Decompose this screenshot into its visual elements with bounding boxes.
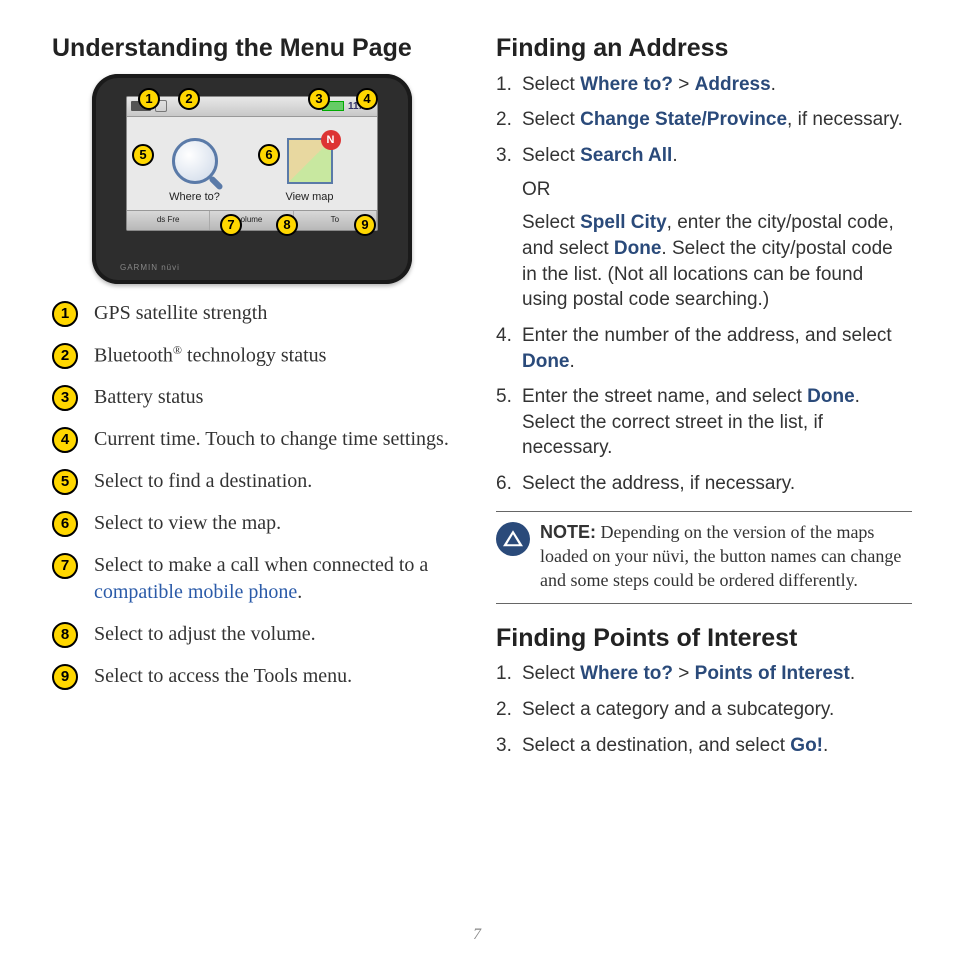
heading-finding-poi: Finding Points of Interest: [496, 622, 912, 656]
addr-step-3: Select Search All. OR Select Spell City,…: [496, 143, 912, 313]
where-to-label: Where to?: [145, 190, 245, 205]
legend-text: Current time. Touch to change time setti…: [94, 426, 468, 453]
legend-item-5: 5 Select to find a destination.: [52, 468, 468, 495]
bottom-bar: ds Fre olume To: [127, 210, 377, 230]
legend-badge: 5: [52, 469, 78, 495]
legend-text: Select to view the map.: [94, 510, 468, 537]
legend-badge: 2: [52, 343, 78, 369]
legend-item-9: 9 Select to access the Tools menu.: [52, 663, 468, 690]
callout-8: 8: [276, 214, 298, 236]
legend-item-6: 6 Select to view the map.: [52, 510, 468, 537]
addr-step-6: Select the address, if necessary.: [496, 471, 912, 497]
legend-item-7: 7 Select to make a call when connected t…: [52, 552, 468, 606]
legend-text: Select to make a call when connected to …: [94, 552, 468, 606]
legend-text: Battery status: [94, 384, 468, 411]
callout-7: 7: [220, 214, 242, 236]
addr-step-5: Enter the street name, and select Done. …: [496, 384, 912, 461]
addr-step-1: Select Where to? > Address.: [496, 72, 912, 98]
legend-item-8: 8 Select to adjust the volume.: [52, 621, 468, 648]
ui-ref: Points of Interest: [695, 663, 850, 684]
view-map-label: View map: [260, 190, 360, 205]
note-icon: [496, 522, 530, 556]
callout-2: 2: [178, 88, 200, 110]
poi-steps: Select Where to? > Points of Interest. S…: [496, 661, 912, 758]
address-steps: Select Where to? > Address. Select Chang…: [496, 72, 912, 497]
legend-badge: 3: [52, 385, 78, 411]
addr-step-3b: Select Spell City, enter the city/postal…: [522, 210, 912, 313]
status-bar: 11:24: [127, 97, 377, 117]
callout-9: 9: [354, 214, 376, 236]
ui-ref: Address: [695, 74, 771, 95]
note-label: NOTE:: [540, 522, 596, 542]
legend-item-2: 2 Bluetooth® technology status: [52, 342, 468, 370]
device-brand: GARMIN nüvi: [120, 263, 180, 274]
addr-step-4: Enter the number of the address, and sel…: [496, 323, 912, 374]
poi-step-1: Select Where to? > Points of Interest.: [496, 661, 912, 687]
ui-ref: Done: [807, 386, 855, 407]
compatible-phone-link[interactable]: compatible mobile phone: [94, 581, 297, 603]
ui-ref: Where to?: [580, 663, 673, 684]
left-column: Understanding the Menu Page 1 2 3 4 5 6 …: [52, 32, 468, 934]
where-to-button: Where to?: [145, 138, 245, 205]
note-box: NOTE: Depending on the version of the ma…: [496, 511, 912, 604]
addr-step-2: Select Change State/Province, if necessa…: [496, 107, 912, 133]
callout-6: 6: [258, 144, 280, 166]
map-icon: [287, 138, 333, 184]
callout-1: 1: [138, 88, 160, 110]
legend-badge: 1: [52, 301, 78, 327]
poi-step-2: Select a category and a subcategory.: [496, 697, 912, 723]
ui-ref: Change State/Province: [580, 109, 787, 130]
callout-3: 3: [308, 88, 330, 110]
legend-item-4: 4 Current time. Touch to change time set…: [52, 426, 468, 453]
ui-ref: Spell City: [580, 212, 667, 233]
device-illustration: 1 2 3 4 5 6 7 8 9 11:24: [92, 74, 412, 284]
legend-badge: 6: [52, 511, 78, 537]
ui-ref: Go!: [790, 735, 823, 756]
legend-badge: 8: [52, 622, 78, 648]
legend-text: Bluetooth® technology status: [94, 342, 468, 370]
ui-ref: Where to?: [580, 74, 673, 95]
legend-badge: 9: [52, 664, 78, 690]
note-text: NOTE: Depending on the version of the ma…: [540, 520, 912, 593]
legend-text: Select to adjust the volume.: [94, 621, 468, 648]
magnifier-icon: [172, 138, 218, 184]
device-screen: 11:24 Where to? View map ds Fre olume: [126, 96, 378, 231]
ui-ref: Search All: [580, 145, 672, 166]
callout-4: 4: [356, 88, 378, 110]
heading-finding-address: Finding an Address: [496, 32, 912, 66]
page-number: 7: [473, 924, 481, 946]
legend-item-3: 3 Battery status: [52, 384, 468, 411]
ui-ref: Done: [614, 238, 662, 259]
poi-step-3: Select a destination, and select Go!.: [496, 733, 912, 759]
or-label: OR: [522, 177, 912, 203]
callout-5: 5: [132, 144, 154, 166]
legend-item-1: 1 GPS satellite strength: [52, 300, 468, 327]
legend-text: Select to access the Tools menu.: [94, 663, 468, 690]
legend-badge: 7: [52, 553, 78, 579]
right-column: Finding an Address Select Where to? > Ad…: [496, 32, 912, 934]
legend-text: Select to find a destination.: [94, 468, 468, 495]
legend-badge: 4: [52, 427, 78, 453]
heading-menu-page: Understanding the Menu Page: [52, 32, 468, 66]
legend-list: 1 GPS satellite strength 2 Bluetooth® te…: [52, 300, 468, 691]
legend-text: GPS satellite strength: [94, 300, 468, 327]
ui-ref: Done: [522, 351, 570, 372]
bottom-seg-a: ds Fre: [127, 211, 210, 230]
